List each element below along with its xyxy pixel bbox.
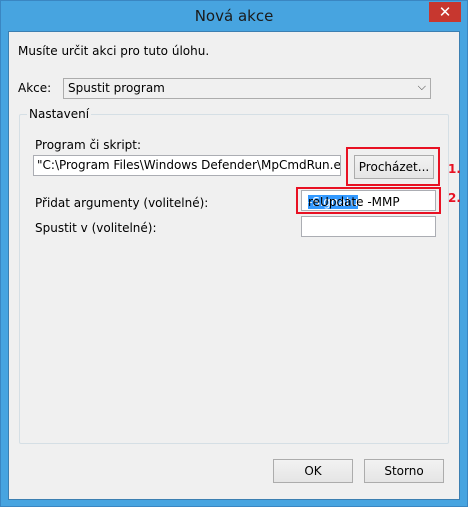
browse-button[interactable]: Procházet... xyxy=(354,155,434,179)
program-input-value: "C:\Program Files\Windows Defender\MpCmd… xyxy=(37,158,341,172)
close-icon: ✕ xyxy=(438,3,452,21)
program-label: Program či skript: xyxy=(35,138,142,152)
start-in-input[interactable] xyxy=(301,216,436,237)
annotation-marker-1: 1. xyxy=(448,162,461,176)
instruction-text: Musíte určit akci pro tuto úlohu. xyxy=(18,44,210,58)
program-input[interactable]: "C:\Program Files\Windows Defender\MpCmd… xyxy=(33,155,341,176)
args-remaining-text: reUpdate -MMP xyxy=(308,195,400,209)
dialog-client-area: Musíte určit akci pro tuto úlohu. Akce: … xyxy=(8,31,461,500)
window-title: Nová akce xyxy=(194,7,274,25)
start-in-label: Spustit v (volitelné): xyxy=(35,221,157,235)
cancel-button[interactable]: Storno xyxy=(364,459,444,483)
title-bar[interactable]: Nová akce ✕ xyxy=(1,1,467,31)
annotation-marker-2: 2. xyxy=(448,191,461,205)
chevron-down-icon: ⌵ xyxy=(417,80,426,93)
action-select[interactable]: Spustit program ⌵ xyxy=(63,78,431,99)
dialog-window: Nová akce ✕ Musíte určit akci pro tuto ú… xyxy=(0,0,468,507)
args-label: Přidat argumenty (volitelné): xyxy=(35,196,209,210)
ok-button[interactable]: OK xyxy=(273,459,353,483)
action-label: Akce: xyxy=(18,81,52,95)
action-select-value: Spustit program xyxy=(68,81,165,95)
args-input[interactable]: -Signatu reUpdate -MMP xyxy=(301,190,436,211)
settings-group-title: Nastavení xyxy=(27,107,92,121)
close-button[interactable]: ✕ xyxy=(429,2,461,22)
